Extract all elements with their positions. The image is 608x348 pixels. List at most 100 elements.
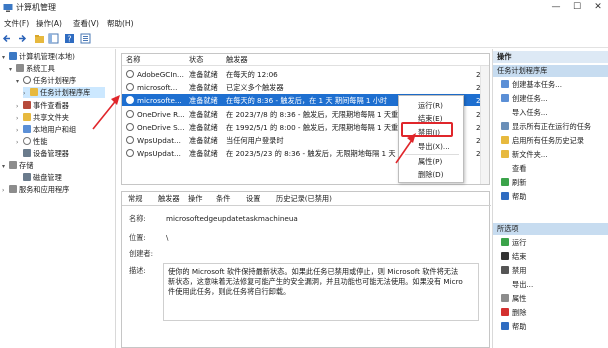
action-show-running[interactable]: 显示所有正在运行的任务 [501, 121, 591, 132]
action-refresh[interactable]: 刷新 [501, 177, 526, 188]
performance-icon [23, 137, 31, 145]
tree-root[interactable]: ▾ 计算机管理(本地) [2, 51, 75, 62]
expand-icon[interactable]: › [16, 137, 23, 148]
tab-triggers[interactable]: 触发器 [158, 194, 180, 204]
tree-services-apps[interactable]: › 服务和应用程序 [2, 184, 69, 195]
clock-icon [23, 76, 31, 84]
folder-icon [30, 88, 38, 96]
tree-shared-folders[interactable]: › 共享文件夹 [16, 112, 69, 123]
expand-icon[interactable]: › [2, 185, 9, 196]
forward-arrow-icon[interactable] [16, 33, 27, 44]
menu-bar: 文件(F) 操作(A) 查看(V) 帮助(H) [0, 16, 608, 30]
back-arrow-icon[interactable] [2, 33, 13, 44]
properties-icon[interactable] [80, 33, 91, 44]
action-delete[interactable]: 删除 [501, 307, 526, 318]
action-run[interactable]: 运行 [501, 237, 526, 248]
action-new-folder[interactable]: 新文件夹... [501, 149, 548, 160]
clock-icon [126, 123, 134, 131]
action-help-selected[interactable]: 帮助 [501, 321, 526, 332]
actions-header: 操作 [493, 51, 608, 63]
context-menu: 运行(R) 结束(E) 禁用(I) 导出(X)... 属性(P) 删除(D) [398, 95, 464, 183]
menu-help[interactable]: 帮助(H) [107, 18, 134, 29]
computer-management-icon [3, 4, 13, 12]
maximize-button[interactable]: ☐ [569, 1, 585, 14]
description-line: 件使用此任务，则此任务将自行卸载。 [168, 287, 291, 296]
expand-icon[interactable]: ▾ [2, 161, 9, 172]
show-hide-tree-icon[interactable] [48, 33, 59, 44]
disk-icon [23, 173, 31, 181]
task-list-header: 名称 状态 触发器 [122, 54, 489, 66]
expand-icon[interactable]: ▾ [9, 64, 16, 75]
expand-icon[interactable]: › [23, 88, 30, 99]
storage-icon [9, 161, 17, 169]
action-create-basic-task[interactable]: 创建基本任务... [501, 79, 562, 90]
clock-icon [126, 83, 134, 91]
up-folder-icon[interactable] [34, 33, 45, 44]
tree-system-tools[interactable]: ▾ 系统工具 [9, 63, 55, 74]
tab-settings[interactable]: 设置 [246, 194, 260, 204]
table-row[interactable]: microsoft...准备就绪已定义多个触发器2023 [122, 81, 489, 93]
help-icon[interactable]: ? [64, 33, 75, 44]
expand-icon[interactable]: ▾ [16, 76, 23, 87]
tab-history[interactable]: 历史记录(已禁用) [276, 194, 332, 204]
expand-icon[interactable]: › [16, 113, 23, 124]
tab-actions[interactable]: 操作 [188, 194, 202, 204]
action-disable[interactable]: 禁用 [501, 265, 526, 276]
expand-icon[interactable]: › [16, 101, 23, 112]
tree-local-users[interactable]: › 本地用户和组 [16, 124, 76, 135]
column-header-name[interactable]: 名称 [126, 55, 140, 65]
table-row[interactable]: AdobeGCIn...准备就绪在每天的 12:062023 [122, 68, 489, 80]
tree-task-scheduler[interactable]: ▾ 任务计划程序 [16, 75, 76, 86]
menu-view[interactable]: 查看(V) [73, 18, 99, 29]
context-properties[interactable]: 属性(P) [403, 156, 461, 168]
tree-task-scheduler-library[interactable]: › 任务计划程序库 [23, 87, 105, 98]
navigation-tree: ▾ 计算机管理(本地) ▾ 系统工具 ▾ 任务计划程序 › 任务计划程序库 › 事件查看器… [0, 49, 116, 348]
highlight-box-disable [401, 122, 453, 137]
action-import-task[interactable]: 导入任务... [501, 107, 548, 118]
action-view[interactable]: 查看 [501, 163, 526, 174]
expand-icon[interactable]: › [16, 125, 23, 136]
create-basic-task-icon [501, 80, 509, 88]
action-enable-history[interactable]: 启用所有任务历史记录 [501, 135, 584, 146]
disable-icon [501, 266, 509, 274]
minimize-button[interactable]: — [548, 1, 564, 14]
svg-text:?: ? [67, 35, 71, 44]
tree-device-manager[interactable]: 设备管理器 [16, 148, 69, 159]
description-box[interactable]: 使你的 Microsoft 软件保持最新状态。如果此任务已禁用或停止，则 Mic… [163, 263, 479, 321]
action-create-task[interactable]: 创建任务... [501, 93, 548, 104]
menu-action[interactable]: 操作(A) [36, 18, 62, 29]
end-icon [501, 252, 509, 260]
close-button[interactable]: ✕ [590, 1, 606, 14]
toolbar: ? [0, 30, 608, 48]
context-run[interactable]: 运行(R) [403, 100, 461, 112]
tree-storage[interactable]: ▾ 存储 [2, 160, 33, 171]
tree-performance[interactable]: › 性能 [16, 136, 47, 147]
location-value: \ [166, 233, 169, 242]
tab-general[interactable]: 常规 [128, 194, 142, 204]
create-task-icon [501, 94, 509, 102]
vertical-scrollbar[interactable] [480, 66, 489, 184]
expand-icon[interactable]: ▾ [2, 52, 9, 63]
actions-section-library[interactable]: 任务计划程序库 [493, 65, 608, 77]
action-export[interactable]: 导出... [501, 279, 533, 290]
clock-icon [126, 136, 134, 144]
name-value: microsoftedgeupdatetaskmachineua [166, 214, 298, 223]
tab-conditions[interactable]: 条件 [216, 194, 230, 204]
tree-event-viewer[interactable]: › 事件查看器 [16, 100, 69, 111]
menu-file[interactable]: 文件(F) [4, 18, 29, 29]
tree-disk-management[interactable]: 磁盘管理 [16, 172, 62, 183]
detail-tabs: 常规 触发器 操作 条件 设置 历史记录(已禁用) [122, 192, 491, 206]
event-viewer-icon [23, 101, 31, 109]
action-help[interactable]: 帮助 [501, 191, 526, 202]
description-line: 使你的 Microsoft 软件保持最新状态。如果此任务已禁用或停止，则 Mic… [168, 267, 459, 276]
action-end[interactable]: 结束 [501, 251, 526, 262]
clock-icon [126, 110, 134, 118]
action-properties[interactable]: 属性 [501, 293, 526, 304]
column-header-status[interactable]: 状态 [189, 55, 203, 65]
tools-icon [16, 64, 24, 72]
context-delete[interactable]: 删除(D) [403, 169, 461, 181]
actions-section-selected[interactable]: 所选项 [493, 223, 608, 235]
context-export[interactable]: 导出(X)... [403, 141, 461, 153]
column-header-trigger[interactable]: 触发器 [226, 55, 248, 65]
clock-icon [126, 149, 134, 157]
